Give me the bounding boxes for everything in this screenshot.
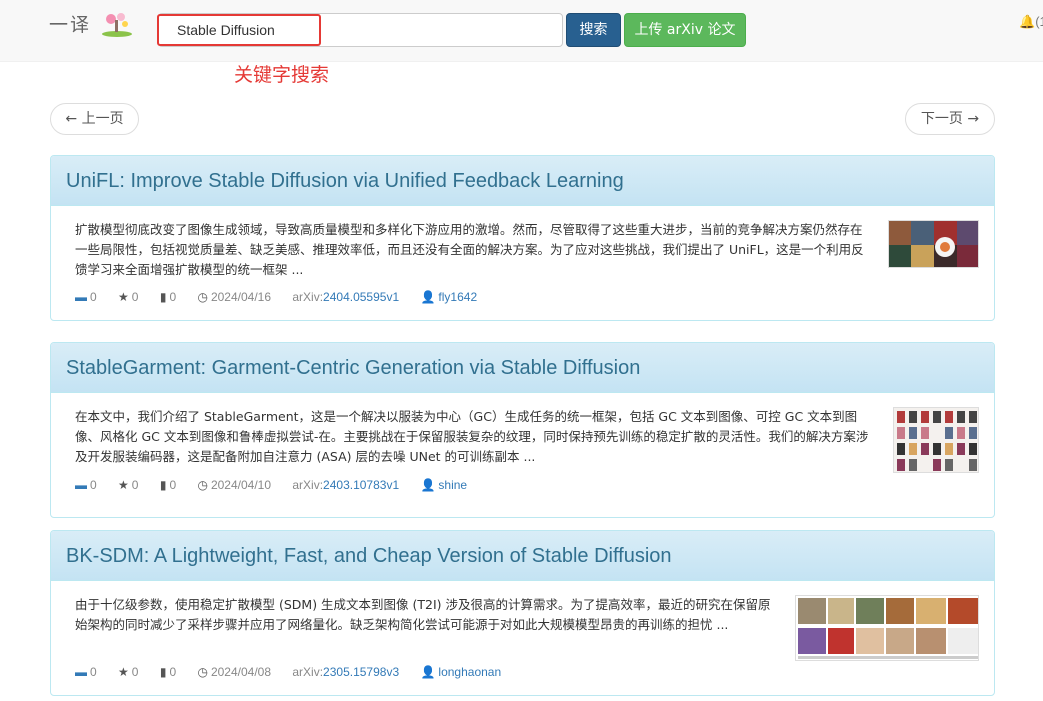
paper-card-body: 在本文中，我们介绍了 StableGarment，这是一个解决以服装为中心（GC… — [51, 393, 994, 517]
paper-date: ◷ 2024/04/08 — [197, 665, 272, 679]
paper-thumbnail[interactable] — [795, 595, 979, 661]
star-icon: ★ — [118, 478, 129, 492]
next-page-button[interactable]: 下一页 → — [905, 103, 995, 135]
clock-icon: ◷ — [197, 478, 208, 492]
bar-chart-icon: ▮ — [159, 290, 167, 304]
paper-abstract: 在本文中，我们介绍了 StableGarment，这是一个解决以服装为中心（GC… — [75, 409, 869, 464]
paper-card: UniFL: Improve Stable Diffusion via Unif… — [50, 155, 995, 321]
arxiv-link[interactable]: 2404.05595v1 — [323, 290, 399, 304]
user-icon: 👤 — [420, 478, 436, 492]
view-count: ▮ 0 — [159, 478, 177, 492]
search-input[interactable]: Stable Diffusion — [158, 13, 563, 47]
paper-abstract: 扩散模型彻底改变了图像生成领域，导致高质量模型和多样化下游应用的激增。然而，尽管… — [75, 222, 864, 277]
paper-card-body: 扩散模型彻底改变了图像生成领域，导致高质量模型和多样化下游应用的激增。然而，尽管… — [51, 206, 994, 320]
paper-uploader: 👤 shine — [420, 478, 467, 492]
comment-icon: ▬ — [75, 478, 87, 492]
view-count: ▮ 0 — [159, 665, 177, 679]
uploader-link[interactable]: longhaonan — [438, 665, 501, 679]
comment-count[interactable]: ▬ 0 — [75, 478, 97, 492]
paper-uploader: 👤 fly1642 — [420, 290, 477, 304]
comment-icon: ▬ — [75, 290, 87, 304]
bar-chart-icon: ▮ — [159, 478, 167, 492]
keyword-search-annotation: 关键字搜索 — [234, 64, 330, 86]
arxiv-link[interactable]: 2305.15798v3 — [323, 665, 399, 679]
paper-thumbnail[interactable] — [888, 220, 979, 268]
brand-name[interactable]: 一译 — [49, 10, 91, 37]
star-icon: ★ — [118, 665, 129, 679]
arxiv-id: arXiv:2404.05595v1 — [292, 290, 400, 304]
paper-date: ◷ 2024/04/16 — [197, 290, 272, 304]
upload-arxiv-button[interactable]: 上传 arXiv 论文 — [624, 13, 746, 47]
bar-chart-icon: ▮ — [159, 665, 167, 679]
comment-count[interactable]: ▬ 0 — [75, 665, 97, 679]
paper-card-body: 由于十亿级参数，使用稳定扩散模型 (SDM) 生成文本到图像 (T2I) 涉及很… — [51, 581, 994, 695]
uploader-link[interactable]: shine — [438, 478, 467, 492]
star-count[interactable]: ★ 0 — [118, 478, 138, 492]
comment-icon: ▬ — [75, 665, 87, 679]
paper-thumbnail[interactable] — [893, 407, 979, 473]
user-icon: 👤 — [420, 290, 436, 304]
star-icon: ★ — [118, 290, 129, 304]
paper-card-header: BK-SDM: A Lightweight, Fast, and Cheap V… — [51, 531, 994, 581]
star-count[interactable]: ★ 0 — [118, 665, 138, 679]
paper-meta: ▬ 0 ★ 0 ▮ 0 ◷ 2024/04/10 arXiv:2403.10783v1 … — [75, 478, 485, 492]
uploader-link[interactable]: fly1642 — [438, 290, 477, 304]
arxiv-link[interactable]: 2403.10783v1 — [323, 478, 399, 492]
paper-meta: ▬ 0 ★ 0 ▮ 0 ◷ 2024/04/16 arXiv:2404.05595v1 … — [75, 290, 495, 304]
paper-title-link[interactable]: UniFL: Improve Stable Diffusion via Unif… — [66, 156, 979, 206]
paper-card: BK-SDM: A Lightweight, Fast, and Cheap V… — [50, 530, 995, 696]
arxiv-id: arXiv:2305.15798v3 — [292, 665, 400, 679]
brand-logo-icon[interactable] — [100, 10, 134, 38]
paper-card-header: StableGarment: Garment-Centric Generatio… — [51, 343, 994, 393]
top-navbar: 一译 Stable Diffusion 搜索 上传 arXiv 论文 🔔(1 — [0, 0, 1043, 62]
notifications-button[interactable]: 🔔(1 — [1019, 14, 1043, 30]
comment-count[interactable]: ▬ 0 — [75, 290, 97, 304]
paper-title-link[interactable]: BK-SDM: A Lightweight, Fast, and Cheap V… — [66, 531, 979, 581]
view-count: ▮ 0 — [159, 290, 177, 304]
bell-icon: 🔔 — [1019, 14, 1036, 29]
paper-card-header: UniFL: Improve Stable Diffusion via Unif… — [51, 156, 994, 206]
paper-date: ◷ 2024/04/10 — [197, 478, 272, 492]
paper-title-link[interactable]: StableGarment: Garment-Centric Generatio… — [66, 343, 979, 393]
prev-page-button[interactable]: ← 上一页 — [50, 103, 139, 135]
paper-meta: ▬ 0 ★ 0 ▮ 0 ◷ 2024/04/08 arXiv:2305.15798v3 … — [75, 665, 519, 679]
paper-abstract: 由于十亿级参数，使用稳定扩散模型 (SDM) 生成文本到图像 (T2I) 涉及很… — [75, 597, 771, 632]
user-icon: 👤 — [420, 665, 436, 679]
star-count[interactable]: ★ 0 — [118, 290, 138, 304]
arxiv-id: arXiv:2403.10783v1 — [292, 478, 400, 492]
search-button[interactable]: 搜索 — [566, 13, 621, 47]
paper-uploader: 👤 longhaonan — [420, 665, 501, 679]
clock-icon: ◷ — [197, 665, 208, 679]
paper-card: StableGarment: Garment-Centric Generatio… — [50, 342, 995, 518]
notification-count: (1 — [1035, 14, 1043, 29]
clock-icon: ◷ — [197, 290, 208, 304]
